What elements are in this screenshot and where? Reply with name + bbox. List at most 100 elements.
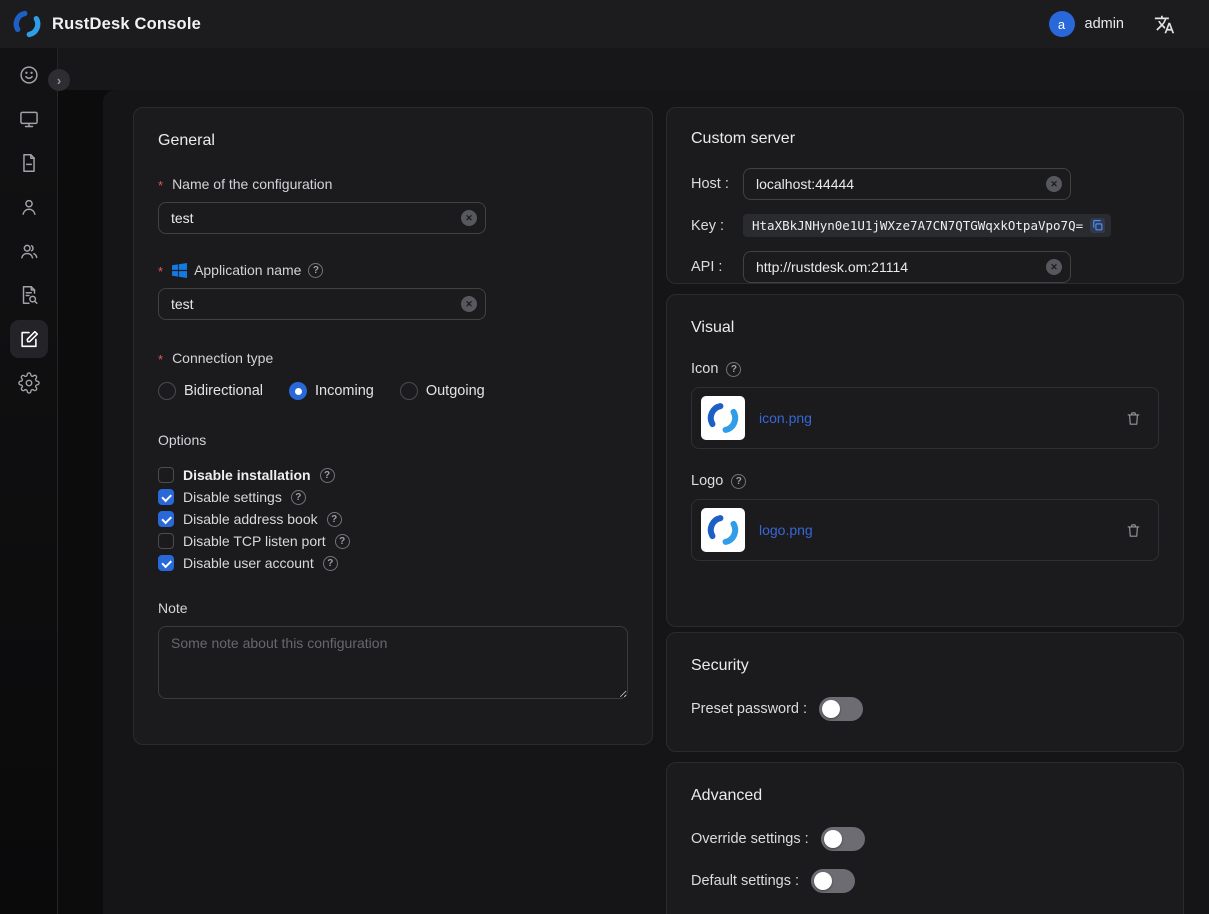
logo-file-link[interactable]: logo.png xyxy=(759,522,813,538)
general-card: General Name of the configuration Applic… xyxy=(133,107,653,745)
host-input[interactable] xyxy=(743,168,1071,200)
logo-upload-box: logo.png xyxy=(691,499,1159,561)
sidebar-item-groups[interactable] xyxy=(0,229,58,273)
chevron-right-icon: › xyxy=(57,73,61,88)
checkbox-icon[interactable] xyxy=(158,467,174,483)
note-textarea[interactable] xyxy=(158,626,628,699)
radio-incoming[interactable]: Incoming xyxy=(289,382,374,400)
advanced-card: Advanced Override settings : Default set… xyxy=(666,762,1184,914)
config-name-input[interactable] xyxy=(158,202,486,234)
user-icon xyxy=(10,188,48,226)
radio-icon[interactable] xyxy=(400,382,418,400)
avatar[interactable]: a xyxy=(1049,11,1075,37)
checkbox-icon[interactable] xyxy=(158,533,174,549)
api-field xyxy=(743,251,1071,283)
help-icon[interactable] xyxy=(327,512,342,527)
clear-icon[interactable] xyxy=(461,210,477,226)
icon-label: Icon xyxy=(691,361,1159,377)
icon-thumbnail xyxy=(701,396,745,440)
option-disable-user-account[interactable]: Disable user account xyxy=(158,552,628,574)
sidebar-item-custom-clients[interactable] xyxy=(0,317,58,361)
preset-password-label: Preset password : xyxy=(691,701,807,717)
clear-icon[interactable] xyxy=(461,296,477,312)
host-row: Host : xyxy=(691,168,1159,200)
default-settings-label: Default settings : xyxy=(691,873,799,889)
brand: RustDesk Console xyxy=(12,9,201,39)
header-band xyxy=(58,48,1209,90)
help-icon[interactable] xyxy=(323,556,338,571)
sidebar-collapse-button[interactable]: › xyxy=(48,69,70,91)
config-name-label: Name of the configuration xyxy=(158,176,628,192)
document-icon xyxy=(10,144,48,182)
option-disable-installation[interactable]: Disable installation xyxy=(158,464,628,486)
option-disable-tcp-listen-port[interactable]: Disable TCP listen port xyxy=(158,530,628,552)
key-label: Key : xyxy=(691,218,743,234)
connection-type-group: Bidirectional Incoming Outgoing xyxy=(158,382,628,400)
clear-icon[interactable] xyxy=(1046,259,1062,275)
help-icon[interactable] xyxy=(335,534,350,549)
sidebar-item-users[interactable] xyxy=(0,185,58,229)
trash-icon[interactable] xyxy=(1125,522,1142,539)
sidebar-item-devices[interactable] xyxy=(0,97,58,141)
clear-icon[interactable] xyxy=(1046,176,1062,192)
app-name-label: Application name xyxy=(158,262,628,278)
api-input[interactable] xyxy=(743,251,1071,283)
radio-bidirectional[interactable]: Bidirectional xyxy=(158,382,263,400)
copy-icon[interactable] xyxy=(1090,218,1105,233)
general-title: General xyxy=(158,132,628,150)
sidebar-item-settings[interactable] xyxy=(0,361,58,405)
app-name-field xyxy=(158,288,486,320)
icon-upload-box: icon.png xyxy=(691,387,1159,449)
sidebar-item-audit[interactable] xyxy=(0,273,58,317)
monitor-icon xyxy=(10,100,48,138)
help-icon[interactable] xyxy=(320,468,335,483)
note-label: Note xyxy=(158,600,628,616)
sidebar xyxy=(0,48,58,914)
help-icon[interactable] xyxy=(731,474,746,489)
sidebar-item-sessions[interactable] xyxy=(0,141,58,185)
security-card: Security Preset password : xyxy=(666,632,1184,752)
icon-file-link[interactable]: icon.png xyxy=(759,410,812,426)
default-settings-row: Default settings : xyxy=(691,869,1159,893)
override-settings-toggle[interactable] xyxy=(821,827,865,851)
app-name-input[interactable] xyxy=(158,288,486,320)
logo-thumbnail xyxy=(701,508,745,552)
help-icon[interactable] xyxy=(291,490,306,505)
checkbox-icon[interactable] xyxy=(158,511,174,527)
config-name-field xyxy=(158,202,486,234)
preset-password-toggle[interactable] xyxy=(819,697,863,721)
option-disable-settings[interactable]: Disable settings xyxy=(158,486,628,508)
api-label: API : xyxy=(691,259,743,275)
radio-icon[interactable] xyxy=(289,382,307,400)
checkbox-icon[interactable] xyxy=(158,489,174,505)
help-icon[interactable] xyxy=(308,263,323,278)
radio-icon[interactable] xyxy=(158,382,176,400)
rustdesk-logo-icon xyxy=(12,9,42,39)
radio-outgoing[interactable]: Outgoing xyxy=(400,382,485,400)
translate-icon[interactable] xyxy=(1154,14,1175,35)
default-settings-toggle[interactable] xyxy=(811,869,855,893)
main-content: General Name of the configuration Applic… xyxy=(103,90,1209,914)
windows-logo-icon xyxy=(172,263,187,278)
help-icon[interactable] xyxy=(726,362,741,377)
smiley-icon xyxy=(10,56,48,94)
key-value: HtaXBkJNHyn0e1U1jWXze7A7CN7QTGWqxkOtpaVp… xyxy=(752,218,1083,233)
advanced-title: Advanced xyxy=(691,787,1159,805)
audit-log-icon xyxy=(10,276,48,314)
key-value-box: HtaXBkJNHyn0e1U1jWXze7A7CN7QTGWqxkOtpaVp… xyxy=(743,214,1111,237)
options-label: Options xyxy=(158,432,628,448)
custom-server-card: Custom server Host : Key : HtaXBkJNHyn0e… xyxy=(666,107,1184,284)
option-disable-address-book[interactable]: Disable address book xyxy=(158,508,628,530)
api-row: API : xyxy=(691,251,1159,283)
trash-icon[interactable] xyxy=(1125,410,1142,427)
user-name[interactable]: admin xyxy=(1085,16,1125,32)
edit-icon xyxy=(10,320,48,358)
checkbox-icon[interactable] xyxy=(158,555,174,571)
top-bar: RustDesk Console a admin xyxy=(0,0,1209,48)
override-settings-label: Override settings : xyxy=(691,831,809,847)
host-label: Host : xyxy=(691,176,743,192)
host-field xyxy=(743,168,1071,200)
security-title: Security xyxy=(691,657,1159,675)
gear-icon xyxy=(10,364,48,402)
override-settings-row: Override settings : xyxy=(691,827,1159,851)
